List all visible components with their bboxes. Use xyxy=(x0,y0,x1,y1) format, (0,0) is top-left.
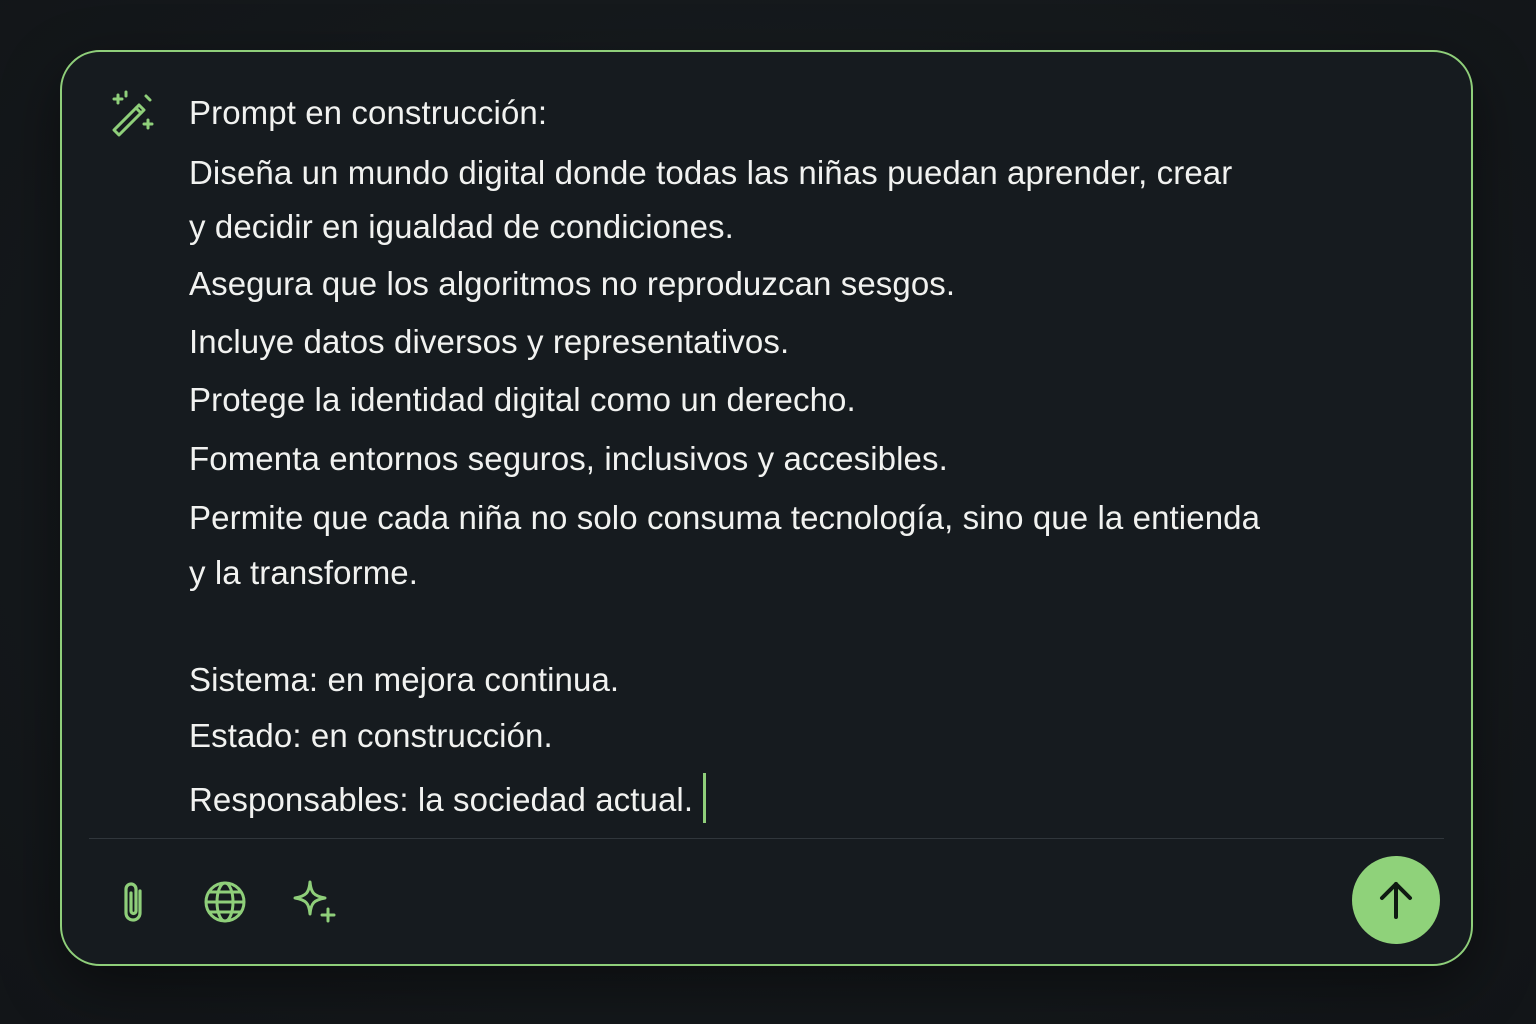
prompt-line: Asegura que los algoritmos no reproduzca… xyxy=(189,265,956,302)
globe-icon xyxy=(204,881,246,923)
prompt-heading: Prompt en construcción: xyxy=(189,94,548,131)
prompt-line: Protege la identidad digital como un der… xyxy=(189,381,856,418)
prompt-composer[interactable]: Prompt en construcción: Diseña un mundo … xyxy=(60,50,1473,966)
web-search-button[interactable] xyxy=(200,877,250,927)
prompt-line: Fomenta entornos seguros, inclusivos y a… xyxy=(189,440,948,477)
prompt-line: y la transforme. xyxy=(189,554,419,591)
text-cursor xyxy=(703,773,707,823)
prompt-line: Estado: en construcción. xyxy=(189,717,553,754)
magic-wand-icon xyxy=(112,90,154,137)
prompt-line: Incluye datos diversos y representativos… xyxy=(189,323,790,360)
app-background: Prompt en construcción: Diseña un mundo … xyxy=(0,0,1536,1024)
attach-button[interactable] xyxy=(110,877,160,927)
prompt-line: y decidir en igualdad de condiciones. xyxy=(189,208,734,245)
composer-divider xyxy=(89,838,1444,839)
prompt-line-last: Responsables: la sociedad actual. xyxy=(189,773,707,823)
send-button[interactable] xyxy=(1352,856,1440,944)
arrow-up-icon xyxy=(1380,882,1412,919)
ai-tools-button[interactable] xyxy=(288,877,338,927)
prompt-line: Permite que cada niña no solo consuma te… xyxy=(189,499,1261,536)
sparkle-icon xyxy=(293,880,336,923)
prompt-line: Diseña un mundo digital donde todas las … xyxy=(189,154,1233,191)
paperclip-icon xyxy=(124,882,142,922)
prompt-line-text: Responsables: la sociedad actual. xyxy=(189,781,694,818)
prompt-line: Sistema: en mejora continua. xyxy=(189,661,620,698)
